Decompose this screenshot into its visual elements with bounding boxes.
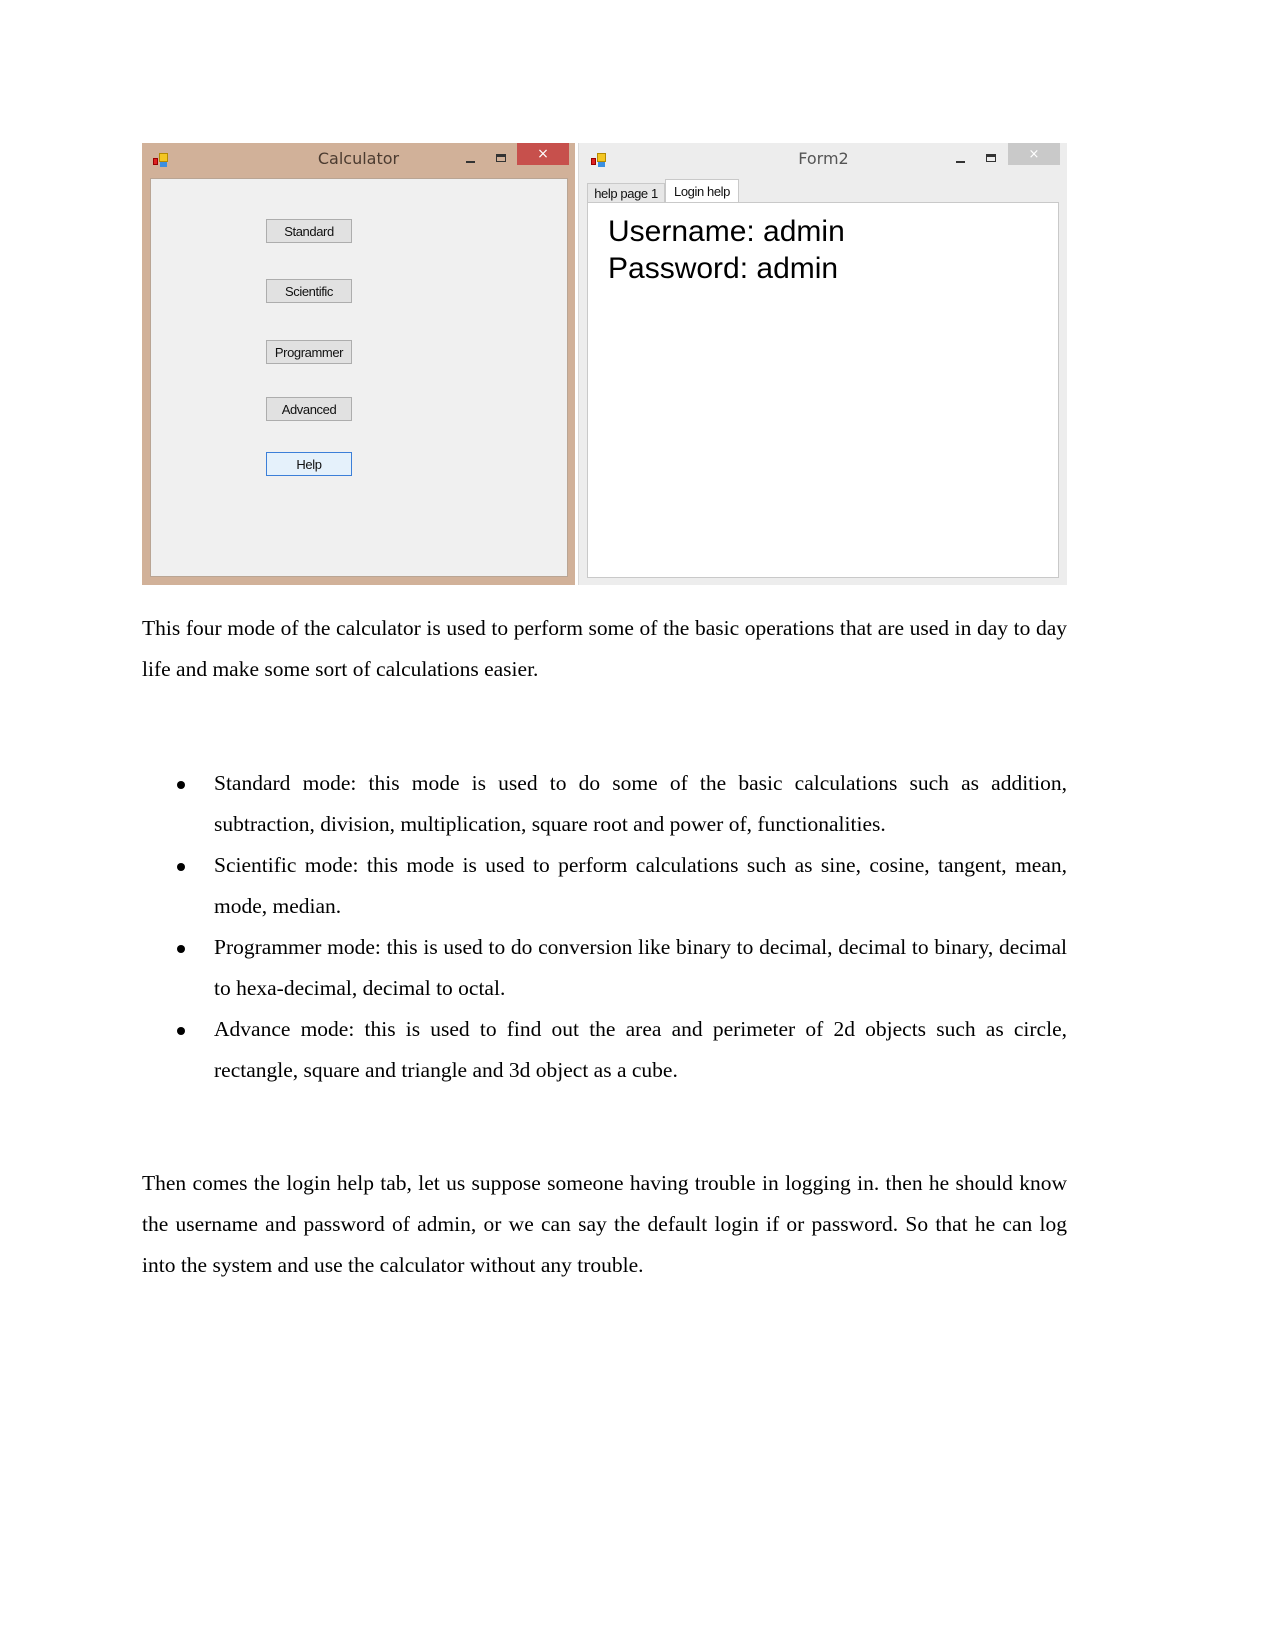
maximize-icon bbox=[986, 154, 996, 162]
password-label: Password: admin bbox=[608, 252, 839, 285]
scientific-button[interactable]: Scientific bbox=[266, 279, 352, 303]
bullet-icon bbox=[177, 1027, 185, 1035]
minimize-button[interactable] bbox=[457, 147, 483, 169]
standard-button[interactable]: Standard bbox=[266, 219, 352, 243]
intro-paragraph: This four mode of the calculator is used… bbox=[142, 616, 1067, 681]
bullet-text: Standard mode: this mode is used to do s… bbox=[214, 771, 1067, 836]
tab-strip: help page 1 Login help bbox=[587, 178, 1059, 203]
advanced-button[interactable]: Advanced bbox=[266, 397, 352, 421]
form2-window: Form2 × help page 1 Login help Username:… bbox=[578, 143, 1067, 585]
bullet-text: Scientific mode: this mode is used to pe… bbox=[214, 853, 1067, 918]
calculator-window: Calculator × Standard Scientific Program… bbox=[142, 143, 575, 585]
bullet-text: Programmer mode: this is used to do conv… bbox=[214, 935, 1067, 1000]
help-button[interactable]: Help bbox=[266, 452, 352, 476]
list-item: Standard mode: this mode is used to do s… bbox=[142, 763, 1067, 845]
closing-paragraph: Then comes the login help tab, let us su… bbox=[142, 1171, 1067, 1277]
minimize-button[interactable] bbox=[947, 147, 973, 169]
list-item: Advance mode: this is used to find out t… bbox=[142, 1009, 1067, 1091]
close-button[interactable]: × bbox=[517, 143, 569, 165]
minimize-icon bbox=[955, 161, 965, 163]
programmer-button[interactable]: Programmer bbox=[266, 340, 352, 364]
list-item: Programmer mode: this is used to do conv… bbox=[142, 927, 1067, 1009]
close-button[interactable]: × bbox=[1008, 143, 1060, 165]
calculator-title-bar[interactable]: Calculator × bbox=[142, 143, 575, 177]
form2-title-bar[interactable]: Form2 × bbox=[579, 143, 1068, 177]
modes-bullet-list: Standard mode: this mode is used to do s… bbox=[142, 763, 1067, 1091]
bullet-icon bbox=[177, 781, 185, 789]
bullet-text: Advance mode: this is used to find out t… bbox=[214, 1017, 1067, 1082]
bullet-icon bbox=[177, 945, 185, 953]
screenshot-figure: Calculator × Standard Scientific Program… bbox=[142, 143, 1067, 585]
maximize-button[interactable] bbox=[978, 147, 1004, 169]
maximize-button[interactable] bbox=[488, 147, 514, 169]
username-label: Username: admin bbox=[608, 215, 845, 248]
maximize-icon bbox=[496, 154, 506, 162]
bullet-icon bbox=[177, 863, 185, 871]
login-help-panel: Username: admin Password: admin bbox=[587, 202, 1059, 578]
minimize-icon bbox=[465, 161, 475, 163]
close-icon: × bbox=[1028, 146, 1040, 162]
calculator-client-area: Standard Scientific Programmer Advanced … bbox=[150, 178, 568, 577]
tab-help-page-1[interactable]: help page 1 bbox=[587, 183, 665, 203]
tab-login-help[interactable]: Login help bbox=[665, 179, 739, 203]
close-icon: × bbox=[537, 146, 549, 162]
list-item: Scientific mode: this mode is used to pe… bbox=[142, 845, 1067, 927]
